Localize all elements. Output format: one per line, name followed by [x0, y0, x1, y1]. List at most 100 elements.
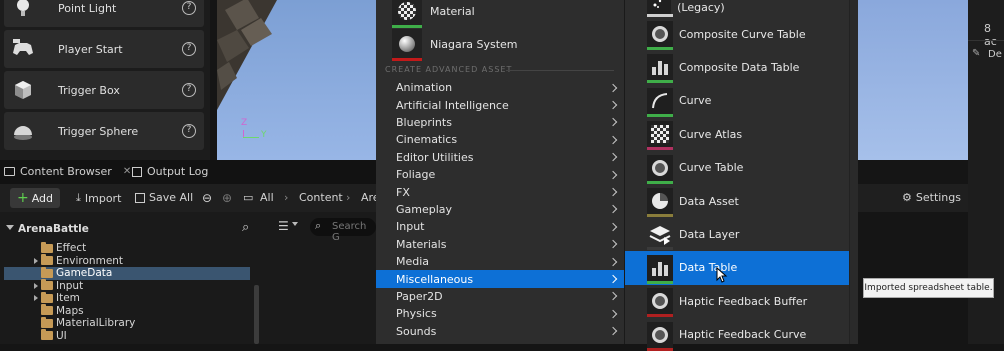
submenu-item-composite-curve-table[interactable]: Composite Curve Table [625, 17, 850, 51]
expand-arrow-icon[interactable] [34, 295, 38, 302]
category-gameplay[interactable]: Gameplay [376, 201, 624, 218]
tree-header[interactable]: ArenaBattle ⌕ [4, 220, 262, 238]
filter-icon[interactable]: ☰ [278, 219, 289, 233]
place-actor-point-light[interactable]: Point Light ? [4, 0, 204, 27]
menu-item-niagara-system[interactable]: Niagara System [392, 28, 518, 61]
category-sounds[interactable]: Sounds [376, 323, 624, 340]
import-button[interactable]: ⤓ Import [76, 191, 121, 205]
place-actor-label: Trigger Box [58, 83, 120, 97]
tree-item-item[interactable]: Item [4, 291, 250, 305]
tree-item-input[interactable]: Input [4, 279, 250, 293]
search-icon[interactable]: ⌕ [242, 220, 249, 235]
plus-icon: + [16, 190, 29, 206]
tab-content-browser[interactable]: Content Browser ✕ [4, 165, 131, 178]
material-sphere-icon [392, 0, 422, 28]
category-label: FX [396, 185, 410, 199]
settings-button[interactable]: ⚙ Settings [902, 191, 961, 204]
submenu-item-data-asset[interactable]: Data Asset [625, 184, 850, 218]
submenu-item-data-table[interactable]: Data Table [625, 251, 850, 285]
submenu-item-label: Composite Data Table [679, 60, 800, 74]
category-miscellaneous[interactable]: Miscellaneous [376, 270, 624, 288]
submenu-item-data-layer[interactable]: Data Layer [625, 218, 850, 251]
asset-color-bar [392, 58, 422, 61]
pencil-icon: ✎ [972, 48, 981, 59]
details-label: De [988, 49, 1002, 60]
category-animation[interactable]: Animation [376, 79, 624, 96]
category-label: Blueprints [396, 115, 452, 129]
folder-icon [41, 241, 53, 253]
actor-count-text: 8 ac [984, 22, 997, 48]
tree-item-gamedata[interactable]: GameData [4, 266, 250, 280]
folder-tab-icon [4, 167, 15, 176]
level-viewport[interactable]: Z Y [217, 0, 377, 160]
add-button[interactable]: + Add [10, 188, 60, 208]
tree-scrollbar[interactable] [254, 285, 259, 344]
submenu-item-haptic-feedback-buffer[interactable]: Haptic Feedback Buffer [625, 285, 850, 318]
category-materials[interactable]: Materials [376, 236, 624, 253]
tree-item-label: UI [56, 329, 67, 342]
submenu-item-cascade-particle-system[interactable]: Cascade Particle System (Legacy) [625, 0, 850, 17]
chevron-down-icon[interactable] [292, 222, 298, 226]
breadcrumb-content[interactable]: Content [299, 191, 343, 204]
submenu-item-haptic-feedback-curve[interactable]: Haptic Feedback Curve [625, 318, 850, 351]
tree-item-maps[interactable]: Maps [4, 304, 250, 318]
help-icon[interactable]: ? [182, 83, 196, 97]
place-actors-panel: Point Light ? Player Start ? Trigger Box… [0, 0, 210, 160]
menu-item-material[interactable]: Material [392, 0, 475, 28]
bar-chart-icon [647, 54, 673, 84]
help-icon[interactable]: ? [182, 1, 196, 15]
settings-label: Settings [915, 191, 961, 204]
expand-arrow-icon[interactable] [34, 257, 38, 264]
place-actor-label: Player Start [58, 42, 123, 56]
menu-item-label: Niagara System [430, 37, 518, 51]
save-all-button[interactable]: Save All [135, 191, 193, 204]
folder-icon [41, 316, 53, 328]
category-blueprints[interactable]: Blueprints [376, 114, 624, 131]
category-list: Animation Artificial Intelligence Bluepr… [376, 79, 624, 344]
viewport-right-portion[interactable] [858, 0, 968, 160]
forward-icon[interactable]: ⊕ [222, 191, 232, 205]
chevron-right-icon [608, 83, 618, 92]
place-actor-player-start[interactable]: Player Start ? [4, 30, 204, 68]
submenu-item-composite-data-table[interactable]: Composite Data Table [625, 51, 850, 84]
place-actor-trigger-box[interactable]: Trigger Box ? [4, 71, 204, 109]
breadcrumb-all[interactable]: All [260, 191, 274, 204]
category-artificial-intelligence[interactable]: Artificial Intelligence [376, 96, 624, 113]
folder-icon [41, 291, 53, 303]
add-label: Add [31, 191, 54, 205]
category-editor-utilities[interactable]: Editor Utilities [376, 149, 624, 166]
close-icon[interactable]: ✕ [123, 166, 131, 177]
tree-item-environment[interactable]: Environment [4, 254, 250, 268]
back-icon[interactable]: ⊖ [202, 191, 212, 205]
tree-item-label: Environment [56, 254, 124, 267]
submenu-item-label: Composite Curve Table [679, 27, 806, 41]
tree-root-label: ArenaBattle [18, 223, 89, 235]
submenu-item-curve[interactable]: Curve [625, 84, 850, 117]
category-cinematics[interactable]: Cinematics [376, 131, 624, 148]
menu-item-label: Material [430, 4, 475, 18]
help-icon[interactable]: ? [182, 42, 196, 56]
category-fx[interactable]: FX [376, 183, 624, 200]
submenu-item-label: Data Asset [679, 194, 739, 208]
tree-item-effect[interactable]: Effect [4, 241, 250, 255]
asset-color-bar [647, 147, 673, 151]
category-input[interactable]: Input [376, 218, 624, 235]
submenu-item-curve-atlas[interactable]: Curve Atlas [625, 118, 850, 151]
category-label: Editor Utilities [396, 150, 474, 164]
tab-output-log[interactable]: Output Log [132, 165, 208, 178]
tree-item-ui[interactable]: UI [4, 329, 250, 343]
folder-icon[interactable]: ▭ [243, 191, 253, 204]
niagara-icon [392, 29, 422, 61]
category-media[interactable]: Media [376, 253, 624, 270]
search-input[interactable]: ⌕ Search G [310, 218, 376, 243]
tooltip: Imported spreadsheet table. [863, 278, 994, 298]
category-physics[interactable]: Physics [376, 305, 624, 322]
layers-icon [647, 221, 673, 251]
submenu-item-curve-table[interactable]: Curve Table [625, 151, 850, 184]
category-foliage[interactable]: Foliage [376, 166, 624, 183]
tree-item-materiallibrary[interactable]: MaterialLibrary [4, 316, 250, 330]
help-icon[interactable]: ? [182, 124, 196, 138]
expand-arrow-icon[interactable] [34, 282, 38, 289]
place-actor-trigger-sphere[interactable]: Trigger Sphere ? [4, 112, 204, 150]
category-paper2d[interactable]: Paper2D [376, 288, 624, 305]
